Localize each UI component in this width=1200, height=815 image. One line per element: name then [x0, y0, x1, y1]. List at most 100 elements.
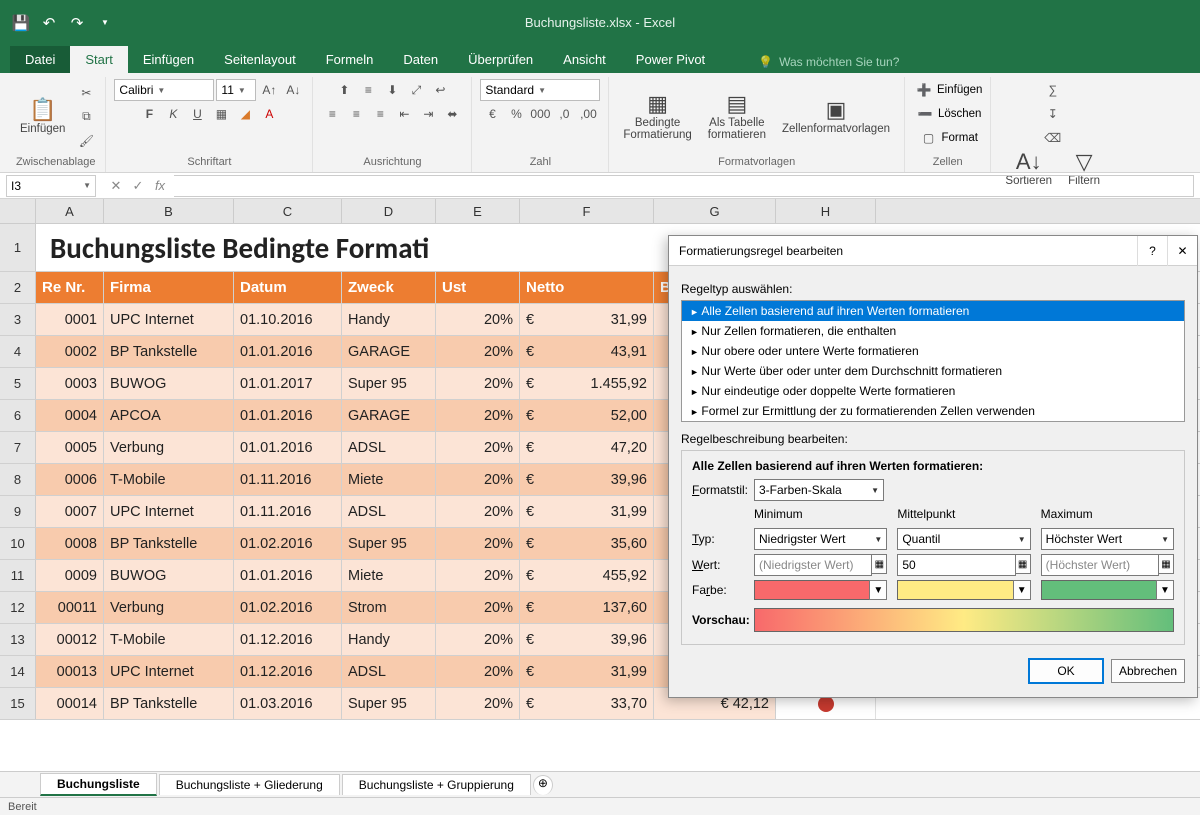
align-bottom-icon[interactable]: ⬇ [381, 79, 403, 101]
cell[interactable]: T-Mobile [104, 464, 234, 495]
undo-icon[interactable]: ↶ [36, 10, 62, 36]
rule-type-item[interactable]: Nur obere oder untere Werte formatieren [682, 341, 1184, 361]
cell[interactable]: 01.10.2016 [234, 304, 342, 335]
redo-icon[interactable]: ↷ [64, 10, 90, 36]
autosum-icon[interactable]: ∑ [1042, 79, 1064, 101]
align-center-icon[interactable]: ≡ [345, 103, 367, 125]
increase-font-icon[interactable]: A↑ [258, 79, 280, 101]
cell[interactable]: 20% [436, 624, 520, 655]
format-as-table-button[interactable]: ▤Als Tabelle formatieren [702, 91, 772, 143]
mid-color-picker[interactable] [897, 580, 1013, 600]
page-title-cell[interactable]: Buchungsliste Bedingte Formati [36, 224, 776, 271]
col-header[interactable]: D [342, 199, 436, 223]
cell[interactable]: 20% [436, 528, 520, 559]
cancel-formula-icon[interactable]: ✕ [106, 178, 126, 194]
cut-icon[interactable]: ✂ [75, 82, 97, 104]
cell[interactable]: BP Tankstelle [104, 528, 234, 559]
cell[interactable]: 20% [436, 368, 520, 399]
fill-icon[interactable]: ↧ [1042, 103, 1064, 125]
table-header-cell[interactable]: Datum [234, 272, 342, 303]
decrease-font-icon[interactable]: A↓ [282, 79, 304, 101]
row-header[interactable]: 7 [0, 432, 36, 463]
cell-styles-button[interactable]: ▣Zellenformatvorlagen [776, 97, 896, 137]
insert-cells-icon[interactable]: ➕ [913, 79, 935, 101]
cell[interactable]: 20% [436, 560, 520, 591]
cell[interactable]: APCOA [104, 400, 234, 431]
ok-button[interactable]: OK [1029, 659, 1103, 683]
mid-value-input[interactable]: 50 [897, 554, 1015, 576]
row-header[interactable]: 15 [0, 688, 36, 719]
cell[interactable]: 20% [436, 656, 520, 687]
table-header-cell[interactable]: Netto [520, 272, 654, 303]
tab-start[interactable]: Start [70, 46, 127, 73]
cell[interactable]: 01.12.2016 [234, 656, 342, 687]
row-header[interactable]: 8 [0, 464, 36, 495]
cell[interactable]: Strom [342, 592, 436, 623]
bold-button[interactable]: F [138, 103, 160, 125]
dec-decimal-icon[interactable]: ,00 [577, 103, 599, 125]
cell[interactable]: 0002 [36, 336, 104, 367]
clear-icon[interactable]: ⌫ [1042, 127, 1064, 149]
qa-more-icon[interactable]: ▼ [92, 10, 118, 36]
rule-type-item[interactable]: Nur Zellen formatieren, die enthalten [682, 321, 1184, 341]
cell[interactable]: Super 95 [342, 368, 436, 399]
col-header[interactable]: B [104, 199, 234, 223]
col-header[interactable]: C [234, 199, 342, 223]
sheet-tab[interactable]: Buchungsliste + Gruppierung [342, 774, 531, 795]
cell[interactable]: €31,99 [520, 656, 654, 687]
cell[interactable]: €455,92 [520, 560, 654, 591]
tell-me-search[interactable]: Was möchten Sie tun? [750, 51, 907, 73]
inc-decimal-icon[interactable]: ,0 [553, 103, 575, 125]
align-top-icon[interactable]: ⬆ [333, 79, 355, 101]
cell[interactable]: Verbung [104, 432, 234, 463]
col-header[interactable]: E [436, 199, 520, 223]
cell[interactable]: €137,60 [520, 592, 654, 623]
percent-icon[interactable]: % [505, 103, 527, 125]
cell[interactable]: 0004 [36, 400, 104, 431]
tab-formulas[interactable]: Formeln [311, 46, 389, 73]
cell[interactable]: 20% [436, 432, 520, 463]
format-painter-icon[interactable]: 🖌 [75, 130, 97, 152]
rule-type-item[interactable]: Alle Zellen basierend auf ihren Werten f… [682, 301, 1184, 321]
tab-powerpivot[interactable]: Power Pivot [621, 46, 720, 73]
cell[interactable]: 20% [436, 592, 520, 623]
row-header[interactable]: 14 [0, 656, 36, 687]
cell[interactable]: €39,96 [520, 464, 654, 495]
help-icon[interactable]: ? [1137, 236, 1167, 266]
min-type-dropdown[interactable]: Niedrigster Wert▼ [754, 528, 887, 550]
row-header[interactable]: 9 [0, 496, 36, 527]
min-value-input[interactable]: (Niedrigster Wert) [754, 554, 872, 576]
cell[interactable]: ADSL [342, 432, 436, 463]
rule-type-item[interactable]: Nur Werte über oder unter dem Durchschni… [682, 361, 1184, 381]
tab-data[interactable]: Daten [388, 46, 453, 73]
formula-input[interactable] [174, 175, 1194, 197]
cell[interactable]: GARAGE [342, 400, 436, 431]
select-all-corner[interactable] [0, 199, 36, 223]
cell[interactable]: 20% [436, 304, 520, 335]
row-header[interactable]: 13 [0, 624, 36, 655]
cell[interactable]: 01.01.2016 [234, 336, 342, 367]
mid-type-dropdown[interactable]: Quantil▼ [897, 528, 1030, 550]
cell[interactable]: BP Tankstelle [104, 336, 234, 367]
italic-button[interactable]: K [162, 103, 184, 125]
cell[interactable]: 00014 [36, 688, 104, 719]
number-format-combo[interactable]: Standard▼ [480, 79, 600, 101]
chevron-down-icon[interactable]: ▼ [869, 580, 887, 600]
insert-cells-button[interactable]: Einfügen [937, 84, 982, 96]
cell[interactable]: Handy [342, 624, 436, 655]
ref-picker-icon[interactable]: ▦ [1158, 554, 1174, 574]
ref-picker-icon[interactable]: ▦ [871, 554, 887, 574]
close-icon[interactable]: ✕ [1167, 236, 1197, 266]
thousands-icon[interactable]: 000 [529, 103, 551, 125]
format-style-dropdown[interactable]: 3-Farben-Skala▼ [754, 479, 884, 501]
table-header-cell[interactable]: Zweck [342, 272, 436, 303]
row-header[interactable]: 2 [0, 272, 36, 303]
row-header[interactable]: 11 [0, 560, 36, 591]
name-box[interactable]: I3▼ [6, 175, 96, 197]
font-color-button[interactable]: A [258, 103, 280, 125]
tab-review[interactable]: Überprüfen [453, 46, 548, 73]
cancel-button[interactable]: Abbrechen [1111, 659, 1185, 683]
align-right-icon[interactable]: ≡ [369, 103, 391, 125]
rule-type-item[interactable]: Nur eindeutige oder doppelte Werte forma… [682, 381, 1184, 401]
cell[interactable]: 01.01.2016 [234, 560, 342, 591]
